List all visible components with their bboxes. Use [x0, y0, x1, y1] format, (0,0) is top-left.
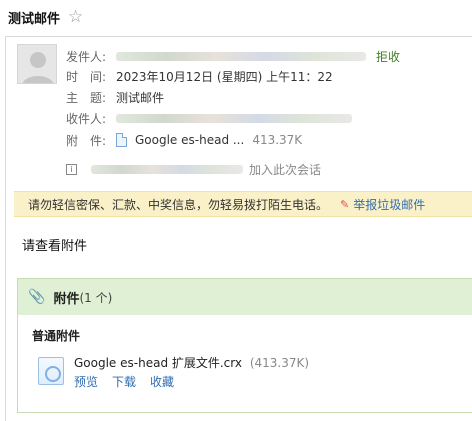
report-spam-link[interactable]: 举报垃圾邮件 [353, 196, 425, 213]
add-to-conversation-link[interactable]: 加入此次会话 [249, 161, 321, 178]
attachment-actions: 预览 下载 收藏 [74, 373, 174, 390]
attachment-panel-count: (1 个) [79, 290, 113, 305]
to-row: 收件人: [66, 109, 352, 127]
report-icon[interactable]: ✎ [340, 198, 349, 211]
attachment-item-name[interactable]: Google es-head 扩展文件.crx [74, 356, 242, 370]
contact-address-redacted [91, 164, 243, 174]
subject-value: 测试邮件 [116, 90, 165, 105]
download-link[interactable]: 下载 [112, 373, 136, 390]
preview-link[interactable]: 预览 [74, 373, 98, 390]
attachment-panel: 📎 附件 (1 个) 普通附件 Google es-head 扩展文件.crx … [17, 278, 472, 413]
attachment-item: Google es-head 扩展文件.crx (413.37K) [74, 354, 309, 371]
from-label: 发件人: [66, 49, 107, 64]
time-label: 时 间: [66, 69, 107, 84]
safety-warning-bar: 请勿轻信密保、汇款、中奖信息，勿轻易拨打陌生电话。 ✎ 举报垃圾邮件 [14, 191, 472, 217]
favorite-link[interactable]: 收藏 [150, 373, 174, 390]
time-row: 时 间: 2023年10月12日 (星期四) 上午11：22 [66, 67, 333, 85]
recipient-address-redacted[interactable] [116, 113, 352, 123]
contact-row: i 加入此次会话 [66, 160, 321, 178]
attachment-row: 附 件: Google es-head ... 413.37K [66, 131, 302, 149]
avatar-placeholder-icon [18, 45, 56, 83]
paperclip-icon: 📎 [28, 289, 46, 305]
subject-label: 主 题: [66, 90, 107, 105]
time-value: 2023年10月12日 (星期四) 上午11：22 [116, 69, 333, 84]
attachment-item-size: (413.37K) [249, 356, 310, 370]
attachment-label: 附 件: [66, 133, 107, 148]
email-subject-title: 测试邮件 [8, 11, 61, 27]
crx-file-icon[interactable] [38, 357, 64, 385]
email-title-bar: 测试邮件 ☆ [8, 6, 83, 28]
sender-avatar[interactable] [17, 44, 57, 84]
safety-warning-text: 请勿轻信密保、汇款、中奖信息，勿轻易拨打陌生电话。 [28, 197, 329, 212]
email-body-text: 请查看附件 [22, 239, 88, 254]
to-label: 收件人: [66, 111, 107, 126]
star-icon[interactable]: ☆ [68, 8, 83, 26]
info-icon: i [66, 163, 77, 175]
attachment-group-label: 普通附件 [32, 329, 81, 343]
attachment-panel-header: 📎 附件 (1 个) [18, 279, 472, 315]
attachment-link[interactable]: Google es-head ... [135, 133, 244, 147]
attachment-panel-title: 附件 [53, 291, 80, 307]
sender-address-redacted[interactable] [116, 51, 366, 61]
subject-row: 主 题: 测试邮件 [66, 88, 164, 106]
file-icon [116, 133, 127, 147]
reject-link[interactable]: 拒收 [376, 48, 400, 65]
from-row: 发件人: 拒收 [66, 47, 400, 65]
attachment-size: 413.37K [252, 133, 303, 147]
